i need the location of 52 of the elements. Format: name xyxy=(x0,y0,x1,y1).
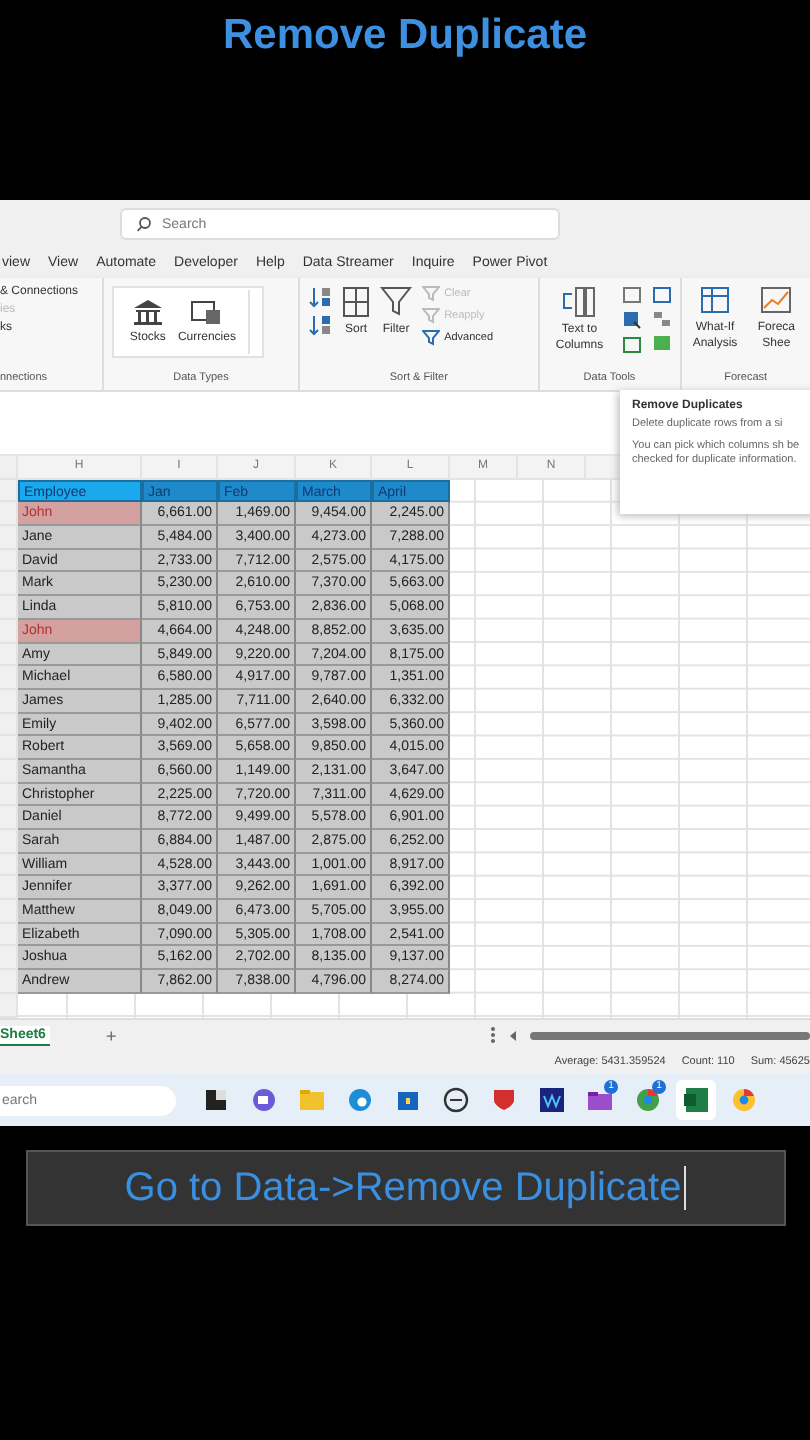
more-options-icon[interactable] xyxy=(490,1026,496,1044)
row-header xyxy=(0,689,18,714)
row-header xyxy=(0,572,18,597)
data-model-icon[interactable] xyxy=(651,334,672,352)
flash-fill-icon[interactable] xyxy=(621,286,642,304)
row-header xyxy=(0,526,18,550)
search-icon xyxy=(136,216,152,232)
row-header xyxy=(0,923,18,947)
row-header xyxy=(0,759,18,784)
row-header xyxy=(0,806,18,830)
row-header xyxy=(0,713,18,737)
spreadsheet-app-icon[interactable] xyxy=(682,1086,710,1114)
sort-descending-icon[interactable] xyxy=(308,314,333,336)
relationships-icon[interactable] xyxy=(651,310,672,328)
sort-grid-icon xyxy=(342,286,371,318)
row-header xyxy=(0,830,18,854)
data-validation-icon[interactable] xyxy=(621,336,642,354)
row-header xyxy=(0,502,18,527)
bank-icon xyxy=(131,297,164,326)
scroll-left-icon[interactable] xyxy=(508,1029,518,1041)
row-header xyxy=(0,643,18,667)
row-header xyxy=(0,783,18,807)
sort-ascending-icon[interactable] xyxy=(308,286,333,308)
funnel-icon xyxy=(380,286,413,318)
caption-text: Go to Data->Remove Duplicate xyxy=(124,1165,682,1211)
columns-split-icon xyxy=(561,286,598,318)
text-cursor xyxy=(683,1166,686,1210)
row-header xyxy=(0,946,18,971)
task-view-icon[interactable] xyxy=(202,1086,230,1114)
row-header xyxy=(0,596,18,620)
video-title: Remove Duplicate xyxy=(222,12,588,60)
row-header xyxy=(0,666,18,690)
folder-icon[interactable] xyxy=(586,1086,614,1114)
currency-icon xyxy=(190,297,223,326)
horizontal-scrollbar[interactable] xyxy=(530,1031,810,1039)
remove-duplicates-icon[interactable] xyxy=(621,310,642,330)
row-header xyxy=(0,900,18,924)
row-header xyxy=(0,619,18,643)
row-header xyxy=(0,876,18,901)
chat-icon[interactable] xyxy=(250,1086,278,1114)
row-header xyxy=(0,479,18,503)
store-icon[interactable] xyxy=(394,1086,422,1114)
browser-icon[interactable] xyxy=(346,1086,374,1114)
chart-icon xyxy=(760,286,793,316)
add-sheet-button[interactable]: + xyxy=(105,1025,117,1045)
row-header xyxy=(0,853,18,877)
shield-icon[interactable] xyxy=(490,1086,518,1114)
row-header xyxy=(0,549,18,573)
table-icon xyxy=(699,286,732,316)
row-header xyxy=(0,736,18,760)
row-header xyxy=(0,970,18,994)
consolidate-icon[interactable] xyxy=(651,286,672,304)
